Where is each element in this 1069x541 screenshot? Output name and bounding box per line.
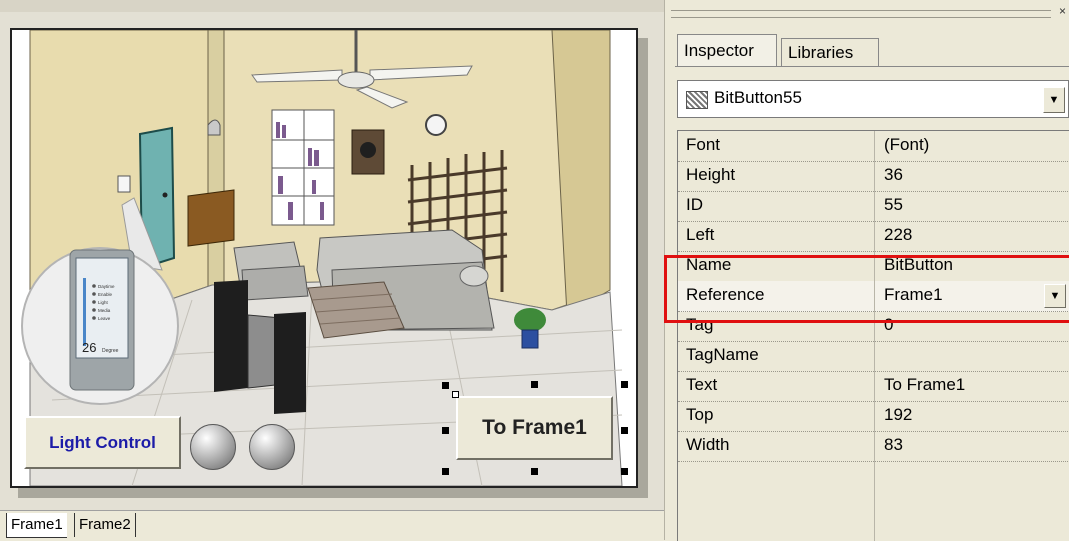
selection-handle-ne[interactable]: [621, 381, 628, 388]
component-selector[interactable]: BitButton55 ▼: [677, 80, 1069, 118]
selection-handle-w[interactable]: [442, 427, 449, 434]
property-name: Width: [686, 435, 730, 454]
tab-divider: [675, 66, 1069, 67]
property-value[interactable]: 192: [884, 405, 912, 425]
property-row-text[interactable]: Text To Frame1: [678, 371, 1069, 402]
frame-tab-frame1[interactable]: Frame1: [6, 513, 67, 538]
grid-column-divider: [874, 461, 875, 541]
selection-handle-s[interactable]: [531, 468, 538, 475]
property-row-height[interactable]: Height 36: [678, 161, 1069, 192]
property-value[interactable]: 36: [884, 165, 903, 185]
close-icon[interactable]: ×: [1059, 4, 1066, 18]
property-row-top[interactable]: Top 192: [678, 401, 1069, 432]
selection-handle-nw[interactable]: [442, 382, 449, 389]
selection-handle-sw[interactable]: [442, 468, 449, 475]
panel-item-3: Media: [98, 308, 111, 313]
round-indicator-1[interactable]: [190, 424, 236, 470]
property-row-width[interactable]: Width 83: [678, 431, 1069, 462]
light-control-button[interactable]: Light Control: [24, 416, 181, 469]
property-name: Text: [686, 375, 718, 394]
component-selector-value: BitButton55: [714, 88, 802, 107]
panel-unit: Degree: [102, 348, 119, 354]
panel-temperature: 26: [82, 340, 96, 355]
property-grid: Font (Font) Height 36 ID 55 Left 228 Nam…: [677, 130, 1069, 541]
property-row-font[interactable]: Font (Font): [678, 131, 1069, 162]
frame-tab-bar: Frame1 Frame2: [0, 510, 664, 541]
tab-libraries[interactable]: Libraries: [781, 38, 879, 66]
property-name: Left: [686, 225, 715, 244]
selection-handle-se[interactable]: [621, 468, 628, 475]
tab-inspector[interactable]: Inspector: [677, 34, 777, 66]
round-indicator-2[interactable]: [249, 424, 295, 470]
reference-highlight-box: [664, 255, 1069, 323]
property-name: TagName: [686, 345, 759, 364]
property-row-left[interactable]: Left 228: [678, 221, 1069, 252]
property-value[interactable]: To Frame1: [884, 375, 965, 395]
frame1-form[interactable]: Daytime Enable Light Media Leave 26 Degr…: [10, 28, 638, 488]
property-value[interactable]: 228: [884, 225, 912, 245]
property-name: Top: [686, 405, 714, 424]
property-value[interactable]: 83: [884, 435, 903, 455]
canvas-top-band: [0, 0, 664, 12]
selection-anchor[interactable]: [452, 391, 459, 398]
design-canvas[interactable]: Daytime Enable Light Media Leave 26 Degr…: [0, 0, 664, 541]
panel-drag-grip[interactable]: [671, 10, 1051, 18]
bitbutton-icon: [686, 91, 708, 109]
to-frame1-button[interactable]: To Frame1: [456, 396, 613, 460]
panel-item-4: Leave: [98, 316, 111, 321]
property-name: Height: [686, 165, 736, 184]
property-name: Font: [686, 135, 721, 154]
property-name: ID: [686, 195, 703, 214]
panel-item-2: Light: [98, 300, 109, 305]
panel-item-0: Daytime: [98, 284, 115, 289]
property-value[interactable]: (Font): [884, 135, 929, 155]
selection-handle-e[interactable]: [621, 427, 628, 434]
panel-item-1: Enable: [98, 292, 113, 297]
property-row-id[interactable]: ID 55: [678, 191, 1069, 222]
property-row-tagname[interactable]: TagName: [678, 341, 1069, 372]
frame-tab-frame2[interactable]: Frame2: [74, 513, 136, 537]
selection-handle-n[interactable]: [531, 381, 538, 388]
property-value[interactable]: 55: [884, 195, 903, 215]
chevron-down-icon[interactable]: ▼: [1043, 87, 1065, 113]
